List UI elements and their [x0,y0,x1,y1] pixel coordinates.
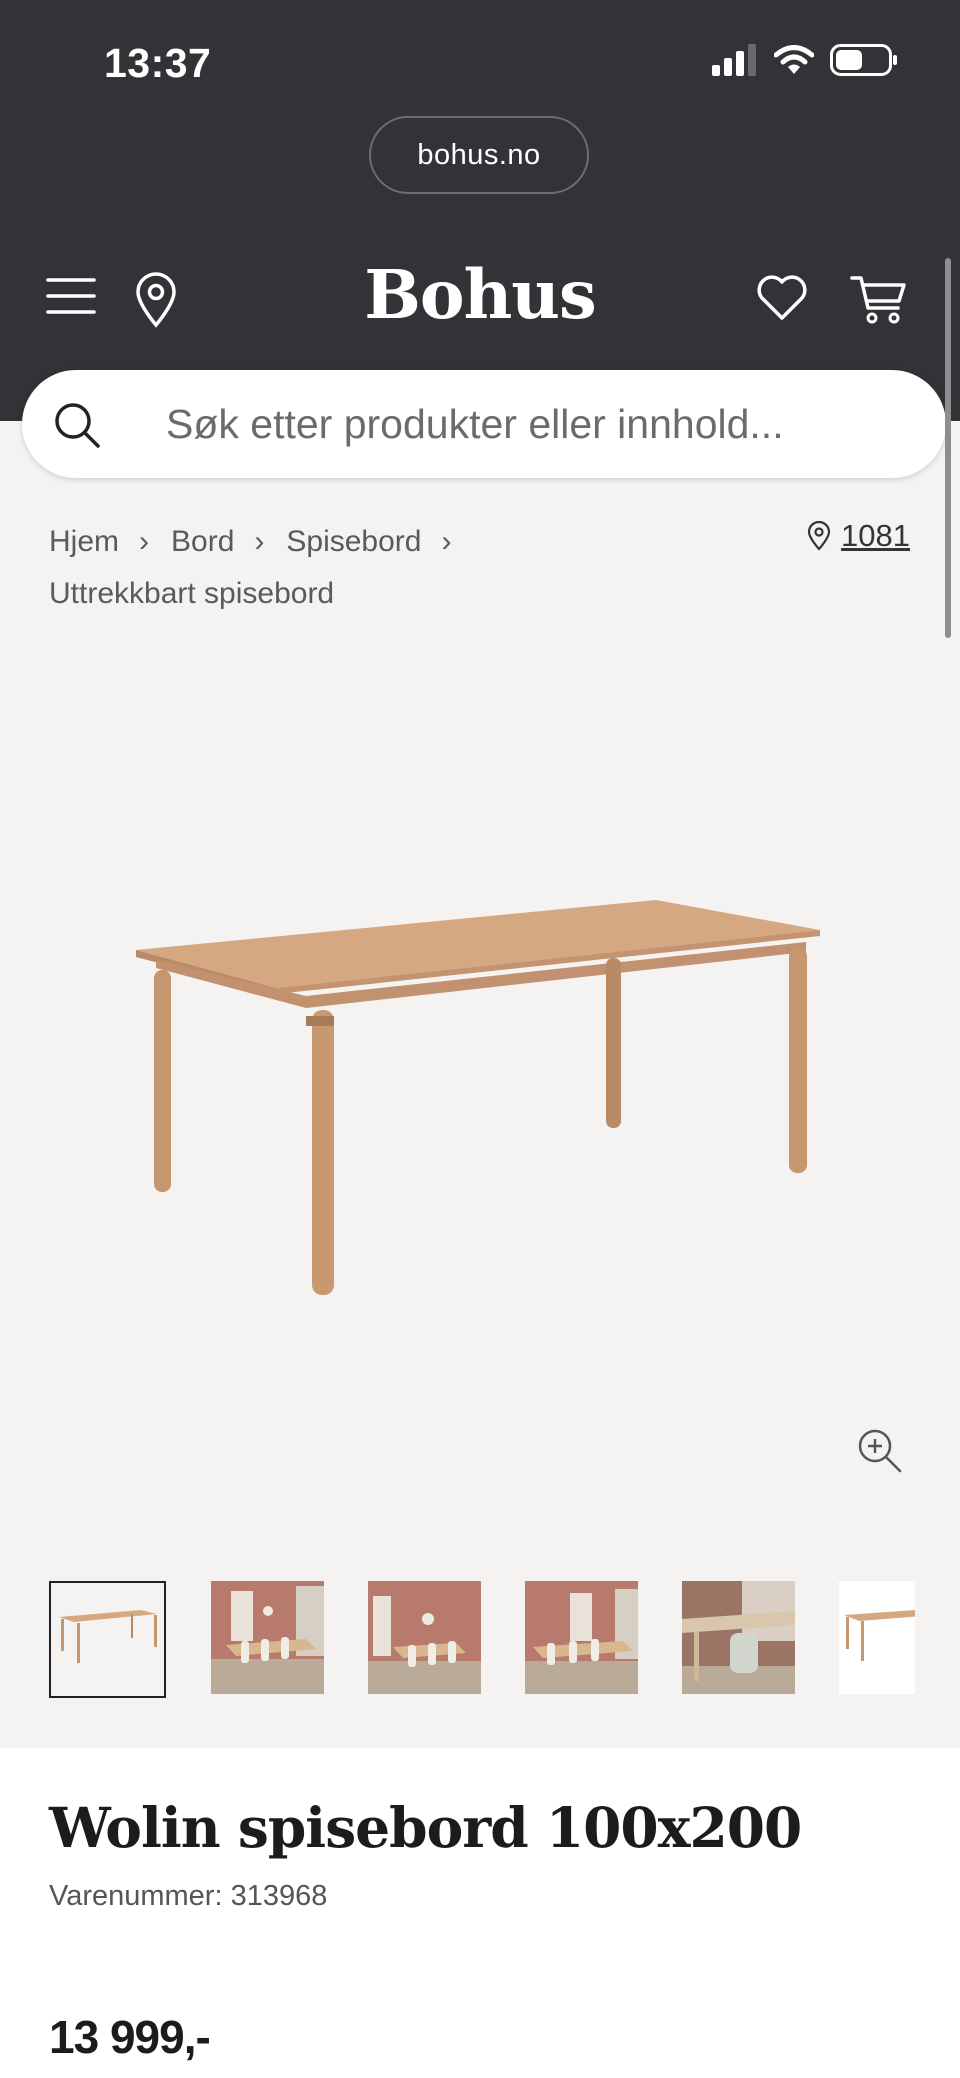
thumbnail-5[interactable] [682,1581,799,1698]
search-input[interactable] [166,370,906,478]
thumbnail-strip [49,1581,915,1701]
location-pin-icon [807,521,831,551]
status-icons [712,44,898,76]
store-selector[interactable]: 1081 [807,518,910,554]
breadcrumb-home[interactable]: Hjem [49,516,119,568]
wifi-icon [774,45,814,74]
zoom-in-icon[interactable] [857,1428,903,1474]
battery-icon [830,44,897,76]
chevron-right-icon: › [139,525,150,558]
thumbnail-6[interactable] [839,1581,915,1698]
menu-icon[interactable] [46,276,96,316]
search-icon [55,403,100,448]
product-image[interactable] [126,880,836,1300]
thumbnail-3[interactable] [368,1581,485,1698]
breadcrumb-spisebord[interactable]: Spisebord [286,516,421,568]
search-bar[interactable] [22,370,946,478]
thumbnail-2[interactable] [211,1581,328,1698]
scrollbar[interactable] [945,258,951,638]
chevron-right-icon: › [254,525,265,558]
signal-icon [712,44,756,76]
chevron-right-icon: › [441,525,452,558]
url-bar[interactable]: bohus.no [369,116,589,194]
thumbnail-1[interactable] [49,1581,166,1698]
product-title: Wolin spisebord 100x200 [49,1795,802,1860]
breadcrumb-current: Uttrekkbart spisebord [49,577,335,610]
store-number: 1081 [841,518,910,553]
product-price: 13 999,- [49,2011,211,2063]
thumbnail-4[interactable] [525,1581,642,1698]
cart-icon[interactable] [850,272,908,326]
heart-icon[interactable] [756,274,808,322]
product-sku: Varenummer: 313968 [49,1880,328,1912]
status-time: 13:37 [104,40,212,86]
location-pin-icon[interactable] [134,272,178,328]
breadcrumb-bord[interactable]: Bord [171,516,234,568]
breadcrumb: Hjem › Bord › Spisebord › Uttrekkbart spisebor… [49,516,809,620]
